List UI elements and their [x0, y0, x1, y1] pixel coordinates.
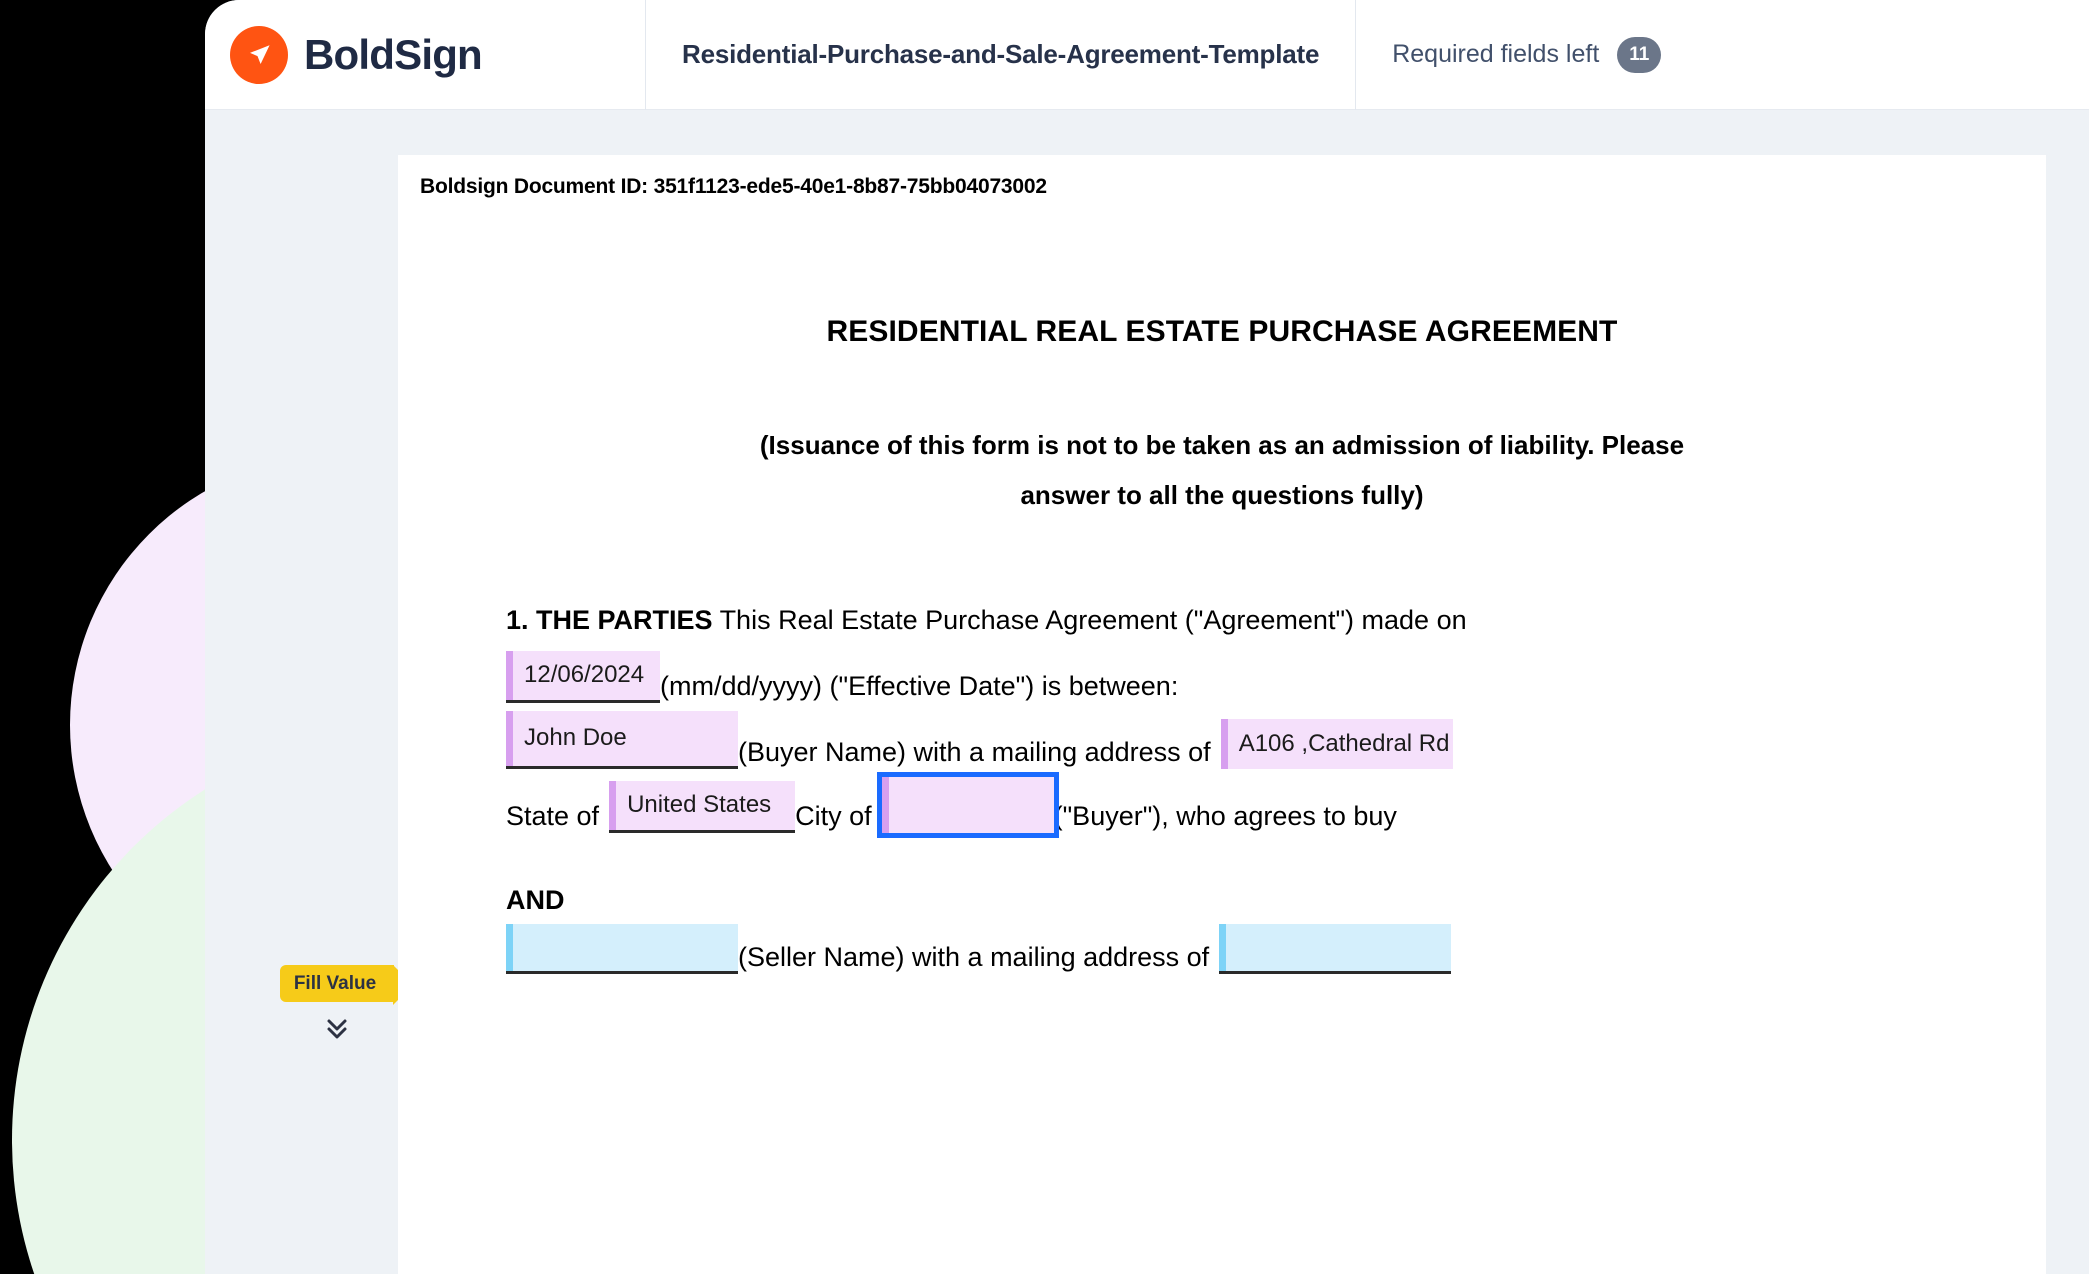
buyer-suffix-text: ("Buyer"), who agrees to buy — [1053, 801, 1397, 832]
state-of-label: State of — [506, 801, 600, 832]
agreement-subtitle-line1: (Issuance of this form is not to be take… — [759, 430, 1685, 460]
clause-parties: 1. THE PARTIES This Real Estate Purchase… — [458, 599, 1986, 643]
city-of-label: City of — [795, 801, 872, 832]
seller-name-field[interactable] — [506, 923, 738, 974]
required-fields-label: Required fields left — [1392, 40, 1600, 68]
seller-address-value — [1219, 923, 1452, 971]
required-fields-badge: 11 — [1617, 36, 1662, 73]
agreement-subtitle: (Issuance of this form is not to be take… — [642, 421, 1802, 521]
buyer-name-value: John Doe — [506, 710, 738, 766]
document-body: RESIDENTIAL REAL ESTATE PURCHASE AGREEME… — [398, 255, 2046, 974]
fill-value-indicator[interactable]: Fill Value — [257, 965, 417, 1047]
app-panel: BoldSign Residential-Purchase-and-Sale-A… — [205, 0, 2089, 1274]
buyer-address-field[interactable]: A106 ,Cathedral Rd — [1220, 718, 1453, 769]
clause-text: This Real Estate Purchase Agreement ("Ag… — [719, 604, 1467, 635]
seller-address-field[interactable] — [1219, 923, 1452, 974]
clause-number: 1. THE PARTIES — [506, 604, 713, 635]
buyer-location-row: State of United States City of ("Buyer")… — [458, 771, 1986, 838]
document-page: Boldsign Document ID: 351f1123-ede5-40e1… — [398, 155, 2046, 1274]
document-id-line: Boldsign Document ID: 351f1123-ede5-40e1… — [420, 175, 1047, 198]
agreement-title: RESIDENTIAL REAL ESTATE PURCHASE AGREEME… — [826, 315, 1618, 348]
effective-date-field[interactable]: 12/06/2024 — [506, 650, 660, 703]
seller-name-value — [506, 923, 738, 971]
agreement-subtitle-line2: answer to all the questions fully) — [1020, 479, 1424, 510]
boldsign-logo-icon — [230, 25, 288, 84]
seller-name-row: (Seller Name) with a mailing address of — [458, 923, 1986, 974]
effective-date-value: 12/06/2024 — [506, 650, 660, 700]
app-header: BoldSign Residential-Purchase-and-Sale-A… — [205, 0, 2089, 110]
effective-date-caption: (mm/dd/yyyy) ("Effective Date") is betwe… — [660, 671, 1179, 702]
brand-name: BoldSign — [304, 30, 483, 78]
required-fields-status: Required fields left 11 — [1356, 36, 1662, 73]
buyer-name-caption: (Buyer Name) with a mailing address of — [738, 737, 1211, 768]
buyer-city-value — [881, 776, 1054, 833]
buyer-address-value: A106 ,Cathedral Rd — [1220, 718, 1453, 769]
document-title: Residential-Purchase-and-Sale-Agreement-… — [682, 39, 1320, 69]
buyer-state-value: United States — [609, 780, 796, 830]
buyer-city-field[interactable] — [876, 771, 1059, 838]
effective-date-row: 12/06/2024 (mm/dd/yyyy) ("Effective Date… — [458, 650, 1986, 703]
buyer-state-field[interactable]: United States — [609, 780, 796, 833]
fill-value-tag[interactable]: Fill Value — [279, 965, 414, 1005]
double-chevron-down-icon[interactable] — [322, 1012, 352, 1047]
buyer-name-row: John Doe (Buyer Name) with a mailing add… — [458, 710, 1986, 769]
brand-logo[interactable]: BoldSign — [205, 0, 645, 110]
buyer-name-field[interactable]: John Doe — [506, 710, 738, 769]
and-heading: AND — [506, 884, 565, 915]
screen: BoldSign Residential-Purchase-and-Sale-A… — [0, 0, 2089, 1274]
seller-name-caption: (Seller Name) with a mailing address of — [738, 942, 1210, 973]
